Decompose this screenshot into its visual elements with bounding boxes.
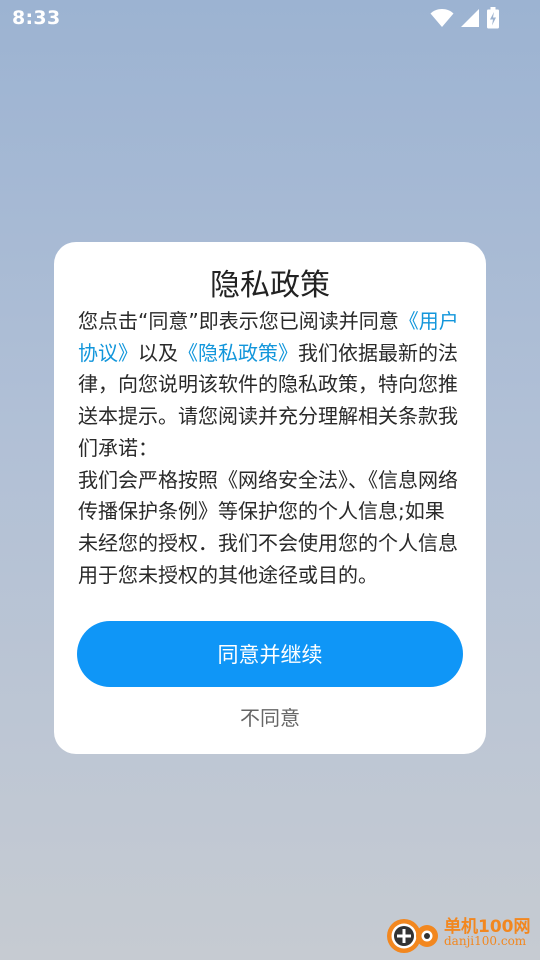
watermark-site-url: danji100.com [444,934,527,948]
dialog-paragraph-2: 我们会严格按照《网络安全法》、《信息网络传播保护条例》等保护您的个人信息;如果未… [78,467,458,587]
status-bar: 8:33 [0,0,540,38]
battery-charging-icon [486,7,500,33]
privacy-dialog: 隐私政策 您点击“同意”即表示您已阅读并同意《用户协议》以及《隐私政策》我们依据… [54,242,486,754]
status-time: 8:33 [12,7,61,29]
wifi-icon [430,8,454,32]
dialog-title: 隐私政策 [210,268,330,303]
agree-and-continue-button[interactable]: 同意并继续 [77,621,463,687]
watermark-logo-icon [382,910,444,960]
dialog-paragraph-1: 您点击“同意”即表示您已阅读并同意《用户协议》以及《隐私政策》我们依据最新的法律… [78,306,462,465]
body-text-and: 以及 [138,340,178,365]
status-icons [430,7,500,33]
body-text-intro: 您点击“同意”即表示您已阅读并同意 [78,309,399,333]
cellular-signal-icon [460,8,480,32]
watermark: 单机100网 danji100.com [382,910,534,956]
disagree-button[interactable]: 不同意 [54,702,486,731]
privacy-policy-link[interactable]: 《隐私政策》 [178,341,298,365]
dialog-body: 您点击“同意”即表示您已阅读并同意《用户协议》以及《隐私政策》我们依据最新的法律… [78,306,462,591]
